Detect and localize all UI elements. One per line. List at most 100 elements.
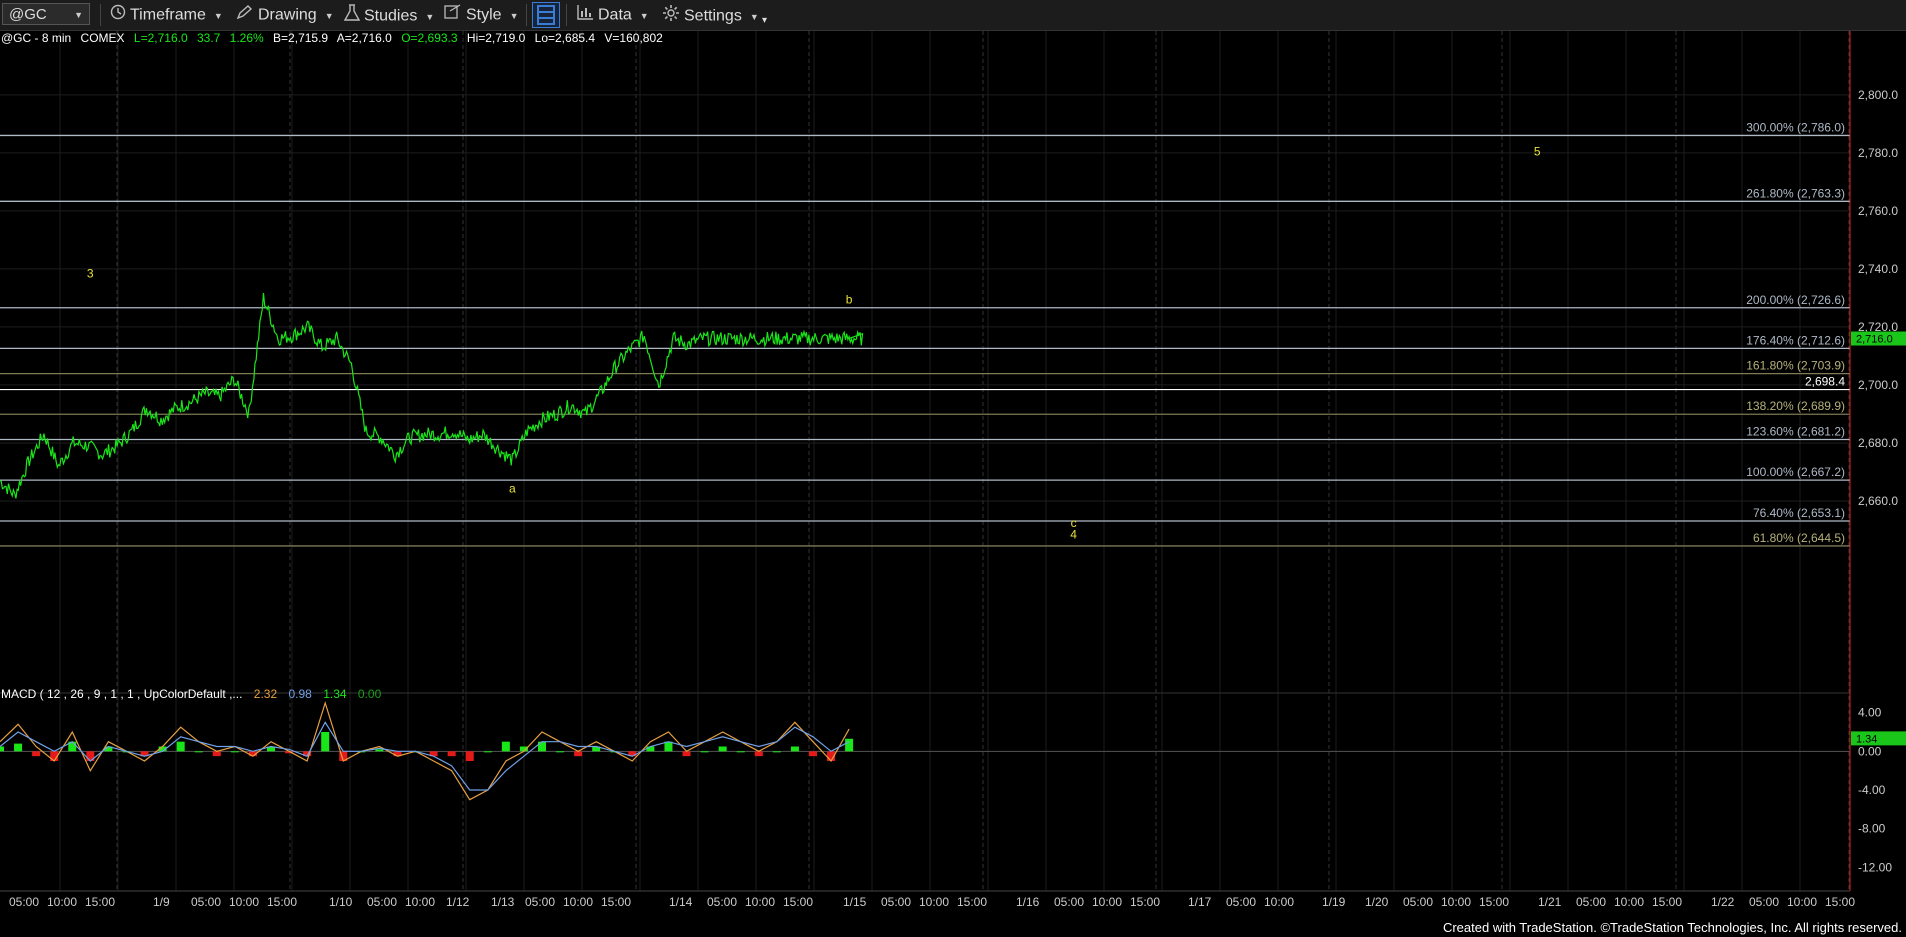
macd-tick-label: -8.00 xyxy=(1858,822,1886,836)
macd-tick-label: 4.00 xyxy=(1858,706,1882,720)
fib-level-label: 123.60% (2,681.2) xyxy=(1746,424,1845,438)
chevron-down-icon: ▼ xyxy=(425,11,435,22)
time-tick-label: 1/22 xyxy=(1711,895,1735,909)
price-tick-label: 2,740.0 xyxy=(1858,262,1898,276)
macd-histogram-bar xyxy=(14,743,23,752)
macd-histogram-bar xyxy=(447,751,456,757)
layout-icon[interactable] xyxy=(532,2,560,28)
time-tick-label: 1/15 xyxy=(843,895,867,909)
time-tick-label: 15:00 xyxy=(957,895,987,909)
time-tick-label: 15:00 xyxy=(1825,895,1855,909)
macd-title: MACD ( 12 , 26 , 9 , 1 , 1 , UpColorDefa… xyxy=(1,687,242,701)
time-tick-label: 10:00 xyxy=(1092,895,1122,909)
time-tick-label: 10:00 xyxy=(1787,895,1817,909)
macd-histogram-bar xyxy=(483,751,492,753)
price-tick-label: 2,660.0 xyxy=(1858,494,1898,508)
fib-level-label: 138.20% (2,689.9) xyxy=(1746,399,1845,413)
time-tick-label: 15:00 xyxy=(783,895,813,909)
time-tick-label: 1/12 xyxy=(446,895,470,909)
time-tick-label: 05:00 xyxy=(367,895,397,909)
wave-label: 3 xyxy=(87,267,94,281)
price-tick-label: 2,800.0 xyxy=(1858,88,1898,102)
style-label: Style xyxy=(466,6,502,24)
quote-exchange: COMEX xyxy=(81,31,125,45)
quote-change: 33.7 xyxy=(197,31,221,45)
settings-label: Settings xyxy=(684,7,742,25)
macd-histogram-bar xyxy=(194,751,203,753)
style-button[interactable]: Style ▼ xyxy=(444,4,519,26)
time-tick-label: 10:00 xyxy=(1264,895,1294,909)
macd-tick-label: 0.00 xyxy=(1858,744,1882,758)
chevron-down-icon: ▼ xyxy=(324,10,334,21)
wave-label: 5 xyxy=(1534,145,1541,159)
toolbar-separator xyxy=(100,4,101,26)
timeframe-label: Timeframe xyxy=(130,6,206,24)
toolbar: @GC ▼ Timeframe ▼ Drawing ▼ Studies ▼ Style… xyxy=(0,0,1906,31)
wave-label: a xyxy=(509,481,516,495)
time-tick-label: 05:00 xyxy=(1226,895,1256,909)
macd-histogram-bar xyxy=(537,741,546,752)
macd-histogram-bar xyxy=(790,746,799,752)
time-tick-label: 1/21 xyxy=(1538,895,1562,909)
fib-level-label: 200.00% (2,726.6) xyxy=(1746,293,1845,307)
macd-histogram-bar xyxy=(574,751,583,757)
macd-histogram-bar xyxy=(212,751,221,757)
quote-bid: B=2,715.9 xyxy=(273,31,328,45)
macd-histogram-bar xyxy=(0,746,4,752)
time-tick-label: 1/20 xyxy=(1365,895,1389,909)
time-tick-label: 1/9 xyxy=(153,895,170,909)
price-tick-label: 2,780.0 xyxy=(1858,146,1898,160)
time-tick-label: 1/14 xyxy=(669,895,693,909)
macd-value: 2.32 xyxy=(254,687,278,701)
price-level-label: 2,698.4 xyxy=(1805,375,1845,389)
macd-histogram-bar xyxy=(700,751,709,753)
price-tick-label: 2,700.0 xyxy=(1858,378,1898,392)
fib-level-label: 100.00% (2,667.2) xyxy=(1746,465,1845,479)
macd-histogram-bar xyxy=(501,741,510,752)
time-tick-label: 05:00 xyxy=(707,895,737,909)
time-tick-label: 05:00 xyxy=(1749,895,1779,909)
time-tick-label: 05:00 xyxy=(881,895,911,909)
timeframe-button[interactable]: Timeframe ▼ xyxy=(110,4,223,26)
toolbar-separator xyxy=(526,4,527,26)
style-icon xyxy=(444,4,462,27)
toolbar-separator xyxy=(566,4,567,26)
chevron-down-icon: ▼ xyxy=(74,10,83,20)
wave-label: b xyxy=(846,293,853,307)
macd-histogram-bar xyxy=(772,751,781,753)
macd-histogram-bar xyxy=(176,741,185,752)
macd-legend: MACD ( 12 , 26 , 9 , 1 , 1 , UpColorDefa… xyxy=(1,687,382,701)
data-button[interactable]: Data ▼ xyxy=(576,4,649,26)
time-tick-label: 15:00 xyxy=(85,895,115,909)
settings-button[interactable]: Settings ▼ xyxy=(662,4,759,26)
chart-area[interactable]: 300.00% (2,786.0) 261.80% (2,763.3) 200.00… xyxy=(0,31,1906,909)
zero-value: 0.00 xyxy=(358,687,382,701)
time-tick-label: 15:00 xyxy=(1130,895,1160,909)
macd-histogram-bar xyxy=(556,751,565,753)
bar-chart-icon xyxy=(576,4,594,27)
price-tick-label: 2,680.0 xyxy=(1858,436,1898,450)
time-tick-label: 10:00 xyxy=(563,895,593,909)
footer-credit: Created with TradeStation. ©TradeStation… xyxy=(1442,920,1902,935)
macd-histogram-bar xyxy=(808,751,817,757)
chevron-down-icon: ▼ xyxy=(213,10,223,21)
quote-pct: 1.26% xyxy=(230,31,264,45)
toolbar-overflow-icon[interactable]: ▾ xyxy=(762,10,767,32)
chevron-down-icon: ▼ xyxy=(509,10,519,21)
time-tick-label: 10:00 xyxy=(405,895,435,909)
drawing-label: Drawing xyxy=(258,6,317,24)
time-tick-label: 10:00 xyxy=(47,895,77,909)
quote-open: O=2,693.3 xyxy=(401,31,458,45)
time-tick-label: 1/10 xyxy=(329,895,353,909)
studies-button[interactable]: Studies ▼ xyxy=(343,4,435,26)
clock-icon xyxy=(110,4,126,27)
fib-level-label: 161.80% (2,703.9) xyxy=(1746,359,1845,373)
symbol-selector[interactable]: @GC ▼ xyxy=(2,3,90,25)
macd-histogram-bar xyxy=(736,751,745,753)
drawing-button[interactable]: Drawing ▼ xyxy=(236,4,334,26)
quote-symbol: @GC - 8 min xyxy=(1,31,71,45)
time-tick-label: 05:00 xyxy=(191,895,221,909)
macd-histogram-bar xyxy=(845,738,854,752)
quote-last: L=2,716.0 xyxy=(134,31,188,45)
macd-histogram-bar xyxy=(718,746,727,752)
